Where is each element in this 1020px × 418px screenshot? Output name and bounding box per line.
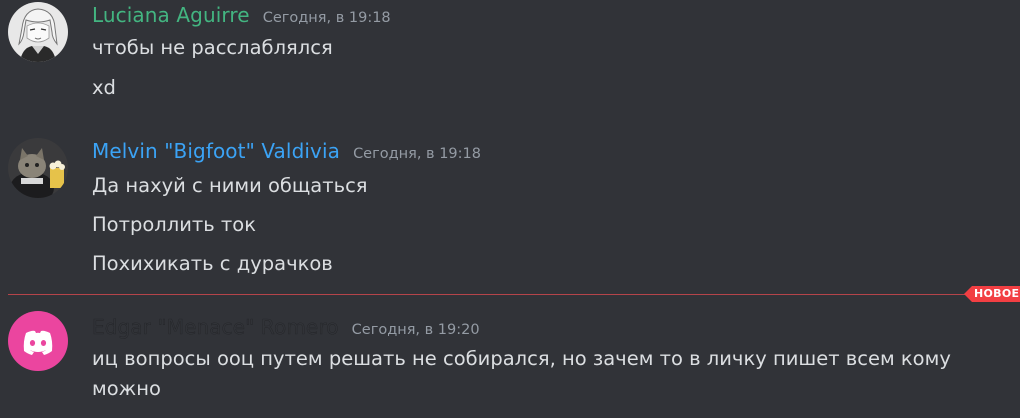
message-header: Luciana Aguirre Сегодня, в 19:18 [92,3,391,27]
message-text: xd [92,76,116,99]
discord-default-avatar-icon [8,311,68,371]
new-messages-divider [8,294,988,295]
avatar[interactable] [8,311,68,371]
message-text: Потроллить ток [92,213,256,236]
avatar[interactable] [8,2,68,62]
author-name[interactable]: Luciana Aguirre [92,3,250,27]
message-text: Да нахуй с ними общаться [92,174,368,197]
message-timestamp[interactable]: Сегодня, в 19:18 [263,10,391,26]
message-header: Edgar "Menace" Romero Сегодня, в 19:20 [92,315,480,339]
new-messages-badge: НОВОЕ [964,286,1020,302]
message-text: иц вопросы оoц путем решать не собирался… [92,347,951,400]
message-timestamp[interactable]: Сегодня, в 19:20 [352,322,480,338]
avatar[interactable] [8,138,68,198]
author-name[interactable]: Melvin "Bigfoot" Valdivia [92,139,340,163]
cat-with-popcorn-avatar-icon [8,138,68,198]
anime-character-avatar-icon [8,2,68,62]
message-timestamp[interactable]: Сегодня, в 19:18 [353,146,481,162]
author-name[interactable]: Edgar "Menace" Romero [92,315,339,339]
message-header: Melvin "Bigfoot" Valdivia Сегодня, в 19:… [92,139,481,163]
message-text: чтобы не расслаблялся [92,36,333,59]
chat-message-list: Luciana Aguirre Сегодня, в 19:18 чтобы н… [0,0,1020,418]
message-text: Похихикать с дурачков [92,252,333,275]
